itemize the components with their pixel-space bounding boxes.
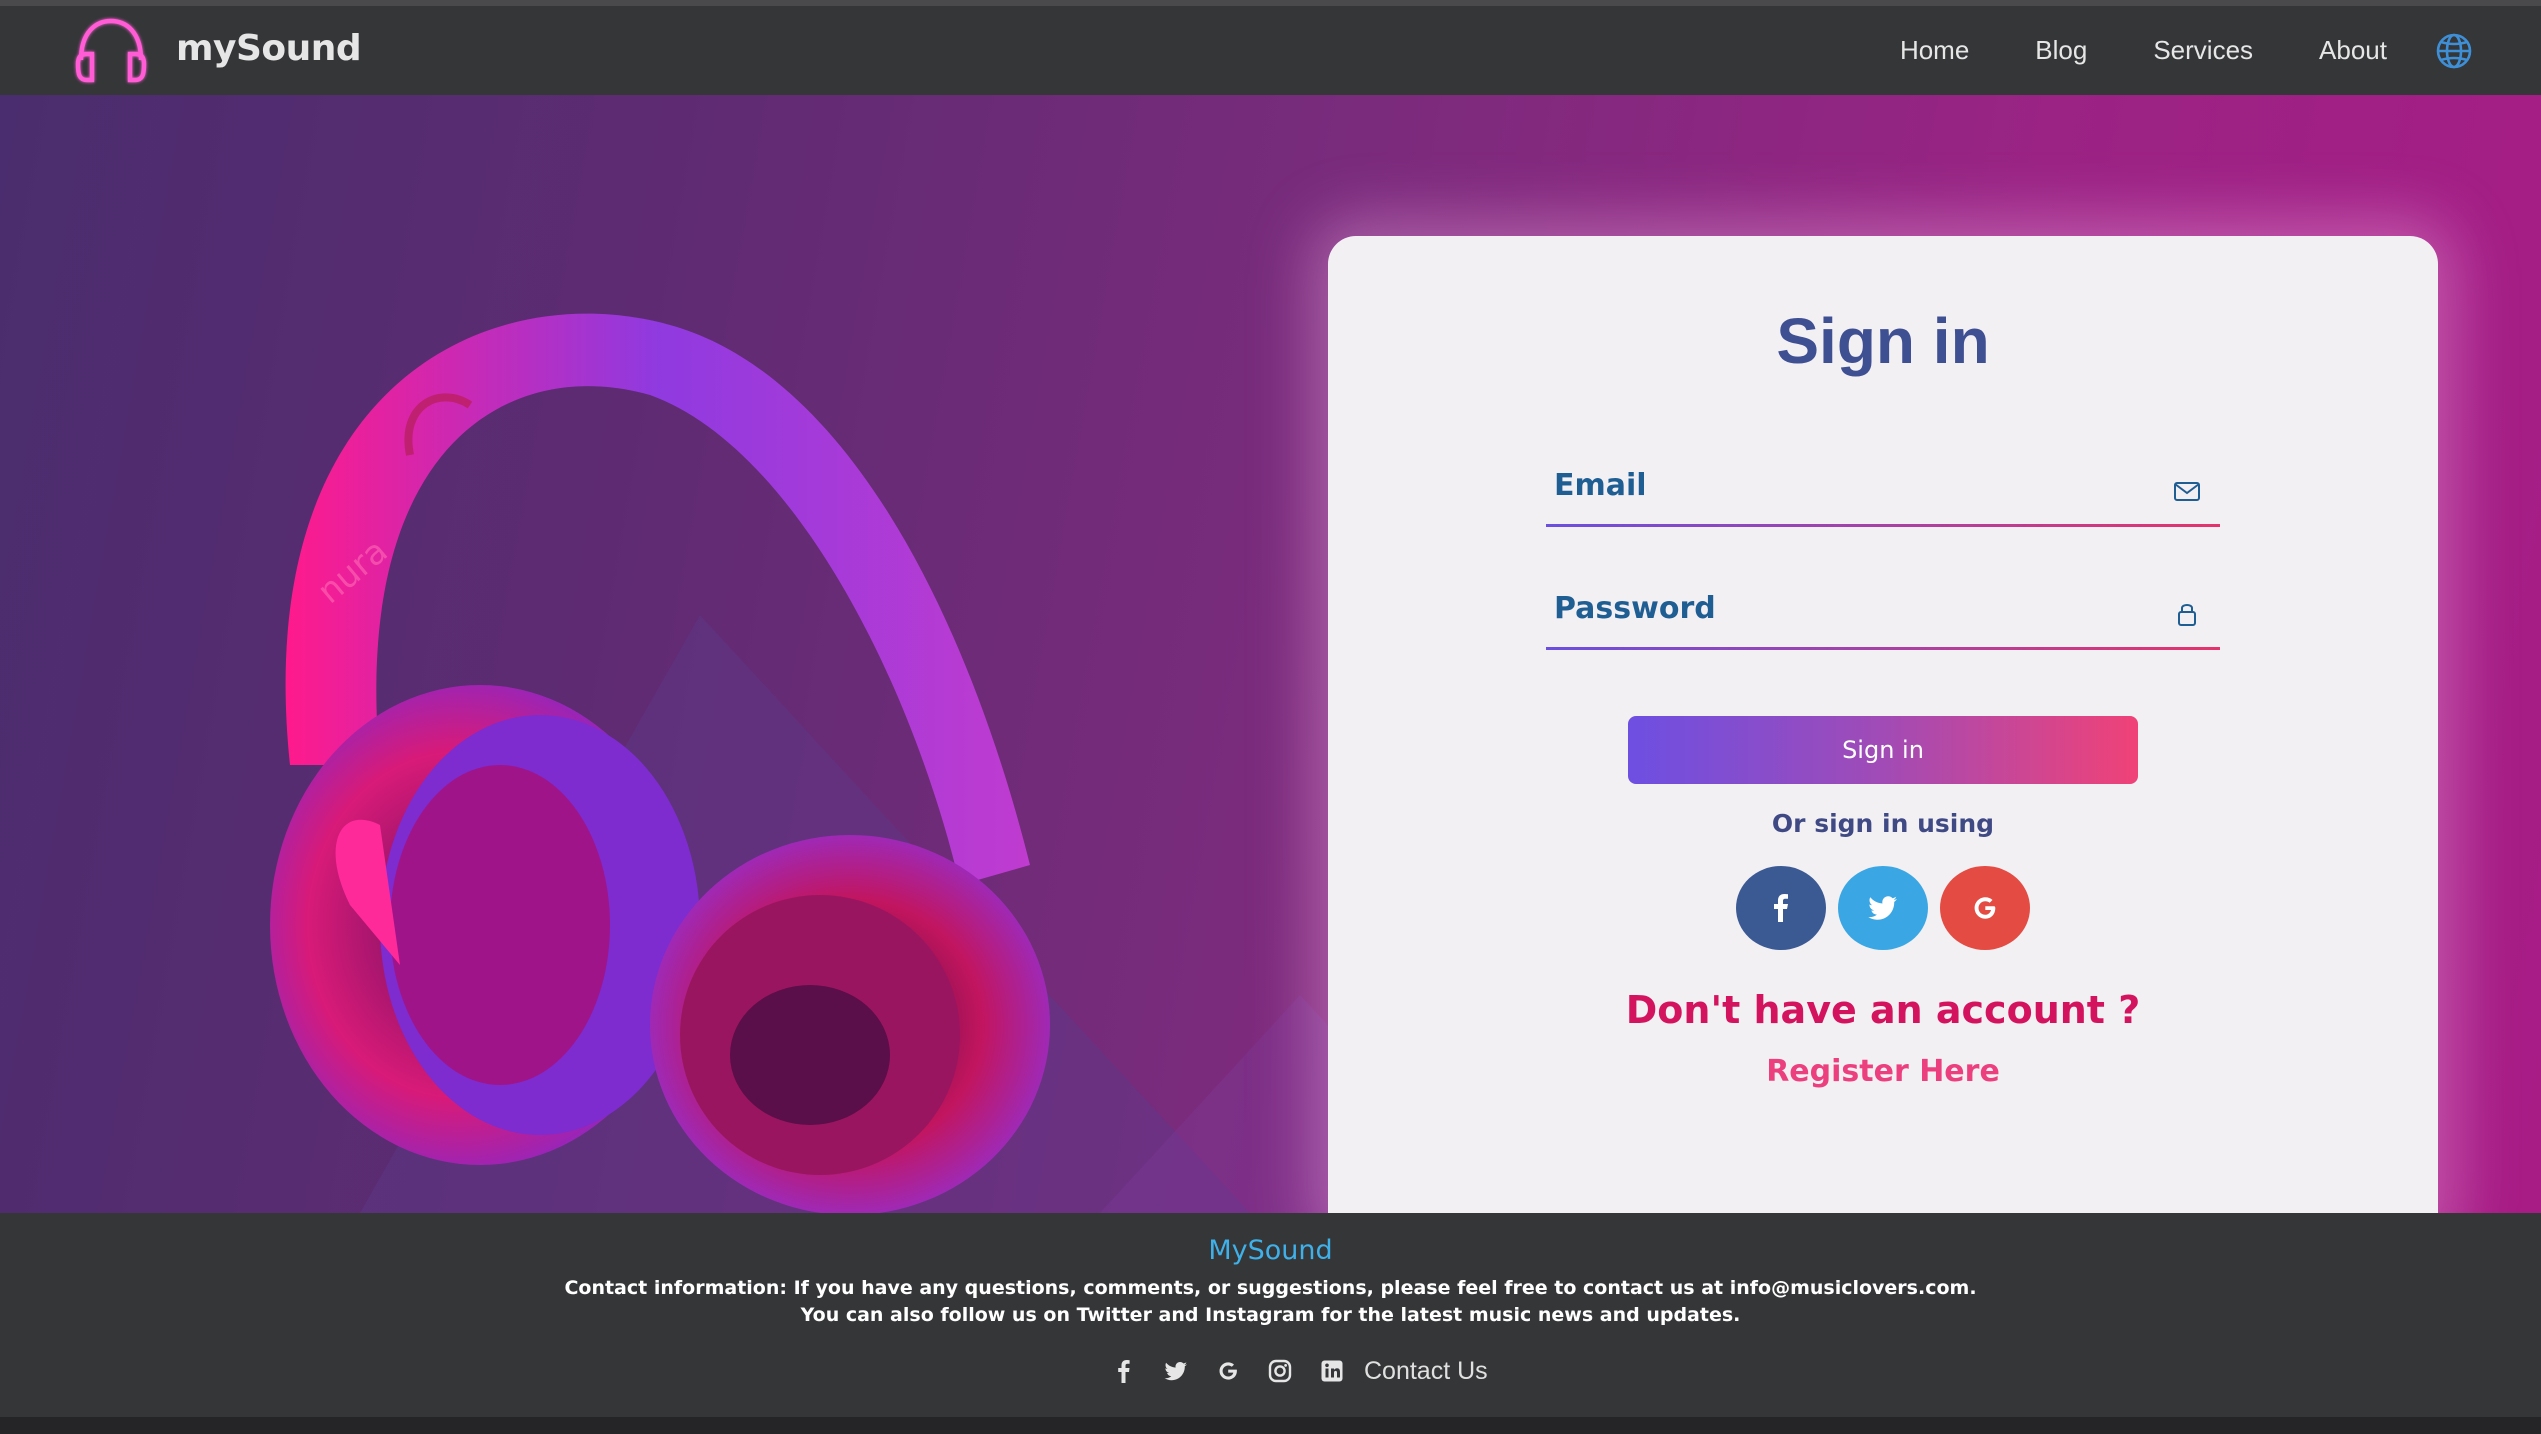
nav-services[interactable]: Services <box>2153 35 2253 66</box>
linkedin-icon[interactable] <box>1318 1357 1346 1385</box>
no-account-text: Don't have an account ? <box>1625 988 2141 1032</box>
signin-card: Sign in Email Password Sign in Or sign i… <box>1328 236 2438 1213</box>
google-button[interactable] <box>1940 866 2030 950</box>
twitter-icon <box>1868 896 1897 920</box>
nav-blog[interactable]: Blog <box>2035 35 2087 66</box>
brand-name[interactable]: mySound <box>176 28 362 69</box>
contact-us-link[interactable]: Contact Us <box>1364 1357 1488 1386</box>
footer: MySound Contact information: If you have… <box>0 1213 2541 1417</box>
password-label: Password <box>1554 591 1716 626</box>
instagram-icon[interactable] <box>1266 1357 1294 1385</box>
facebook-icon <box>1774 894 1788 922</box>
footer-contact-info: Contact information: If you have any que… <box>564 1277 1977 1299</box>
hero-section: nura Sign in Email Password Sign in Or s… <box>0 95 2541 1213</box>
email-label: Email <box>1554 468 1647 503</box>
twitter-icon[interactable] <box>1162 1357 1190 1385</box>
lock-icon <box>2178 604 2196 626</box>
twitter-button[interactable] <box>1838 866 1928 950</box>
main-nav: Home Blog Services About <box>1834 6 2473 95</box>
alt-signin-text: Or sign in using <box>1771 809 1995 838</box>
email-field[interactable]: Email <box>1546 462 2220 527</box>
footer-social-links: Contact Us <box>1110 1351 1488 1391</box>
nav-about[interactable]: About <box>2319 35 2387 66</box>
signin-title: Sign in <box>1776 305 1990 377</box>
envelope-icon <box>2174 482 2200 501</box>
password-field[interactable]: Password <box>1546 585 2220 650</box>
google-icon[interactable] <box>1214 1357 1242 1385</box>
google-icon <box>1974 897 1996 919</box>
signin-button[interactable]: Sign in <box>1628 716 2138 784</box>
window-bottom-strip <box>0 1417 2541 1434</box>
facebook-icon[interactable] <box>1110 1357 1138 1385</box>
nav-home[interactable]: Home <box>1900 35 1969 66</box>
facebook-button[interactable] <box>1736 866 1826 950</box>
social-signin-buttons <box>1736 866 2036 956</box>
footer-follow-info: You can also follow us on Twitter and In… <box>800 1304 1741 1326</box>
footer-brand: MySound <box>1208 1235 1333 1266</box>
navbar: mySound Home Blog Services About <box>0 6 2541 95</box>
register-link[interactable]: Register Here <box>1328 1054 2438 1089</box>
headphones-image: nura <box>270 313 1050 1213</box>
globe-icon[interactable] <box>2435 32 2473 70</box>
headphones-icon[interactable] <box>72 16 150 88</box>
